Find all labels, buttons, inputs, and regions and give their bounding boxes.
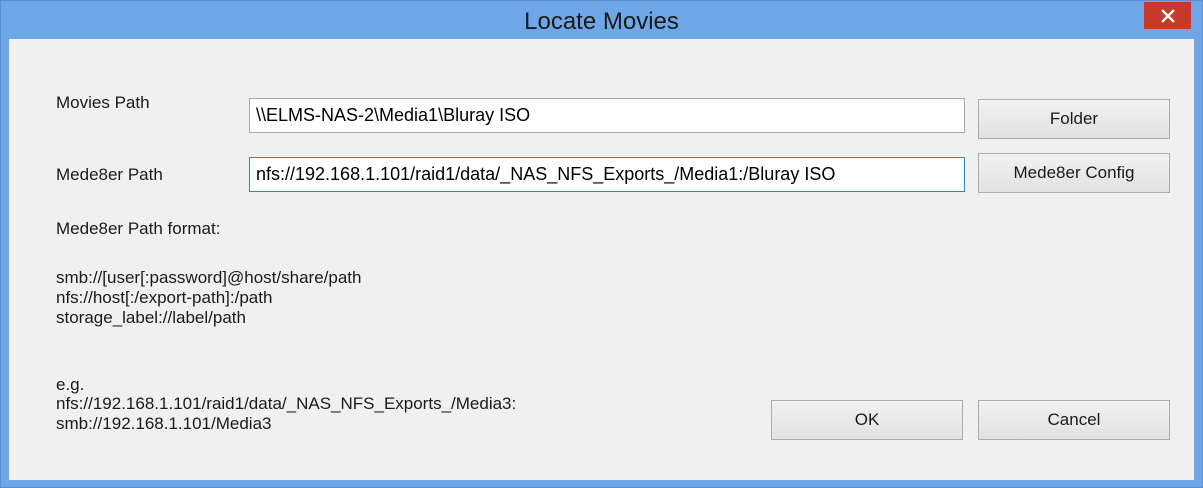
close-button[interactable] (1144, 2, 1191, 29)
example-line: smb://192.168.1.101/Media3 (56, 414, 272, 433)
example-heading: e.g. (56, 375, 85, 394)
example-line: nfs://192.168.1.101/raid1/data/_NAS_NFS_… (56, 394, 517, 413)
path-format-heading: Mede8er Path format: (56, 219, 221, 238)
path-format-list: smb://[user[:password]@host/share/path n… (56, 268, 361, 328)
example-list: nfs://192.168.1.101/raid1/data/_NAS_NFS_… (56, 394, 516, 434)
close-icon (1160, 8, 1175, 23)
ok-button[interactable]: OK (771, 400, 963, 440)
folder-button[interactable]: Folder (978, 99, 1170, 139)
mede8er-config-button[interactable]: Mede8er Config (978, 153, 1170, 193)
path-format-line: smb://[user[:password]@host/share/path (56, 268, 362, 287)
mede8er-path-input[interactable]: nfs://192.168.1.101/raid1/data/_NAS_NFS_… (249, 157, 965, 192)
path-format-line: storage_label://label/path (56, 308, 246, 327)
window-title: Locate Movies (524, 8, 679, 35)
movies-path-input[interactable]: \\ELMS-NAS-2\Media1\Bluray ISO (249, 98, 965, 133)
locate-movies-dialog: Locate Movies Movies Path \\ELMS-NAS-2\M… (0, 0, 1203, 488)
title-bar[interactable]: Locate Movies (1, 1, 1202, 39)
mede8er-path-label: Mede8er Path (56, 165, 163, 184)
cancel-button[interactable]: Cancel (978, 400, 1170, 440)
dialog-body: Movies Path \\ELMS-NAS-2\Media1\Bluray I… (9, 39, 1194, 480)
path-format-line: nfs://host[:/export-path]:/path (56, 288, 273, 307)
movies-path-label: Movies Path (56, 93, 150, 112)
